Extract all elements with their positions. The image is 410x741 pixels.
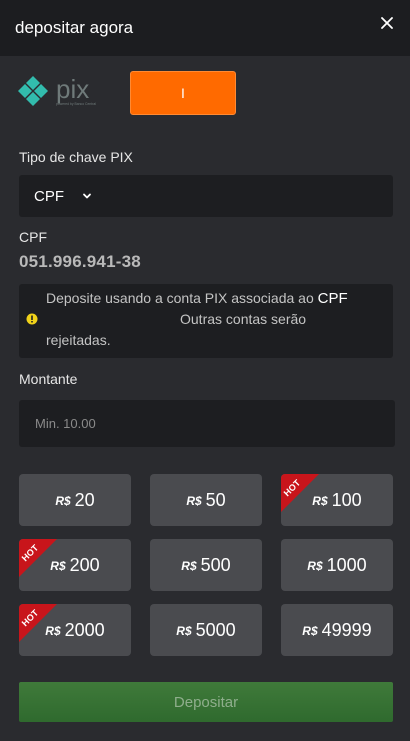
notice-text: Deposite usando a conta PIX associada ao… [46,290,348,348]
warning-icon [26,313,38,325]
key-type-label: Tipo de chave PIX [19,149,133,165]
deposit-button[interactable]: Depositar [19,682,393,722]
preset-amount-button[interactable]: R$ 1000 [281,539,393,591]
close-icon [381,17,393,29]
preset-amount-value: 200 [69,554,100,575]
svg-text:pix: pix [56,74,89,104]
dialog-header: depositar agora [0,0,410,56]
preset-amount-value: 20 [74,489,95,510]
currency-symbol: R$ [55,494,71,508]
amount-input[interactable] [19,400,395,447]
preset-amount-button[interactable]: HOT R$ 100 [281,474,393,526]
preset-amount-value: 500 [200,554,231,575]
pix-notice: Deposite usando a conta PIX associada ao… [19,284,393,358]
currency-symbol: R$ [307,559,323,573]
preset-amount-value: 5000 [195,619,236,640]
preset-amount-button[interactable]: R$ 50 [150,474,262,526]
svg-text:powered by Banco Central: powered by Banco Central [56,102,96,106]
notice-cpf-highlight: CPF [317,290,348,307]
preset-amount-value: 49999 [321,619,372,640]
dialog-title: depositar agora [15,18,134,37]
hot-badge: HOT [19,539,57,577]
preset-amount-button[interactable]: R$ 500 [150,539,262,591]
amount-label: Montante [19,371,78,387]
hot-badge: HOT [19,604,57,642]
currency-symbol: R$ [176,624,192,638]
payment-method-tab[interactable]: I [130,71,236,115]
preset-amount-value: 1000 [326,554,367,575]
currency-symbol: R$ [181,559,197,573]
key-type-value: CPF [34,188,64,205]
cpf-value: 051.996.941-38 [19,252,141,271]
preset-amount-button[interactable]: R$ 20 [19,474,131,526]
key-type-select[interactable]: CPF [19,175,393,217]
preset-amount-button[interactable]: HOT R$ 200 [19,539,131,591]
preset-amount-button[interactable]: R$ 49999 [281,604,393,656]
preset-amount-button[interactable]: HOT R$ 2000 [19,604,131,656]
cpf-label: CPF [19,229,47,245]
preset-amount-value: 100 [331,489,362,510]
hot-badge: HOT [281,474,319,512]
preset-amount-value: 50 [205,489,226,510]
currency-symbol: R$ [302,624,318,638]
pix-logo-icon: pix powered by Banco Central [18,74,96,106]
currency-symbol: R$ [186,494,202,508]
pix-logo: pix powered by Banco Central [18,74,110,112]
preset-amount-button[interactable]: R$ 5000 [150,604,262,656]
preset-amount-value: 2000 [64,619,105,640]
chevron-down-icon [83,193,91,199]
close-button[interactable] [376,12,398,34]
